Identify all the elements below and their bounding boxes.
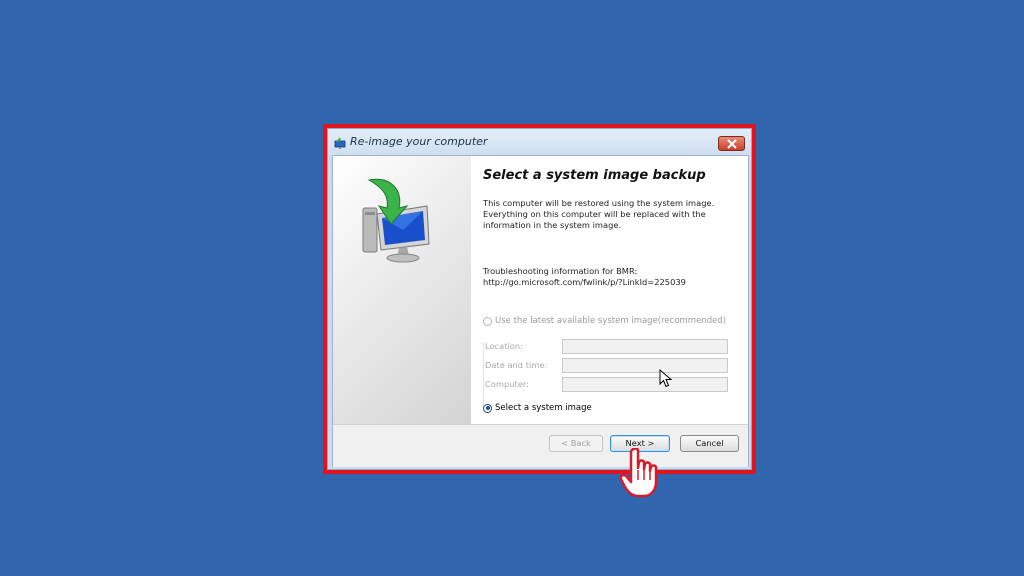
- location-field[interactable]: [562, 339, 728, 354]
- select-image-option[interactable]: Select a system image: [483, 403, 592, 413]
- group-divider: [483, 342, 484, 406]
- back-button[interactable]: < Back: [549, 435, 603, 452]
- window-title: Re-image your computer: [350, 135, 488, 148]
- button-bar: < Back Next > Cancel: [333, 424, 748, 467]
- arrow-cursor-icon: [659, 369, 673, 388]
- select-image-label: Select a system image: [495, 403, 592, 413]
- sidebar-panel: [333, 156, 471, 424]
- close-icon: [727, 139, 737, 149]
- datetime-label: Date and time:: [485, 360, 548, 370]
- hand-cursor-icon: [620, 448, 658, 498]
- latest-image-label: Use the latest available system image(re…: [495, 316, 727, 326]
- reimage-dialog: Re-image your computer Select a system i…: [327, 128, 752, 470]
- close-button[interactable]: [718, 136, 745, 151]
- troubleshooting-text: Troubleshooting information for BMR:: [483, 266, 638, 276]
- content-panel: Select a system image backup This comput…: [483, 156, 745, 424]
- computer-field[interactable]: [562, 377, 728, 392]
- troubleshooting-link[interactable]: http://go.microsoft.com/fwlink/p/?LinkId…: [483, 277, 733, 288]
- title-bar[interactable]: Re-image your computer: [328, 129, 751, 155]
- troubleshooting-block: Troubleshooting information for BMR: htt…: [483, 266, 733, 288]
- latest-image-option[interactable]: Use the latest available system image(re…: [483, 316, 726, 326]
- datetime-field[interactable]: [562, 358, 728, 373]
- computer-label: Computer:: [485, 379, 529, 389]
- dialog-client: Select a system image backup This comput…: [332, 155, 749, 467]
- description-text: This computer will be restored using the…: [483, 198, 715, 230]
- cancel-button[interactable]: Cancel: [680, 435, 739, 452]
- select-image-radio[interactable]: [483, 403, 492, 413]
- restore-icon: [333, 135, 347, 149]
- system-image-restore-icon: [362, 178, 430, 263]
- page-heading: Select a system image backup: [483, 168, 706, 183]
- location-label: Location:: [485, 341, 523, 351]
- latest-image-radio[interactable]: [483, 316, 492, 326]
